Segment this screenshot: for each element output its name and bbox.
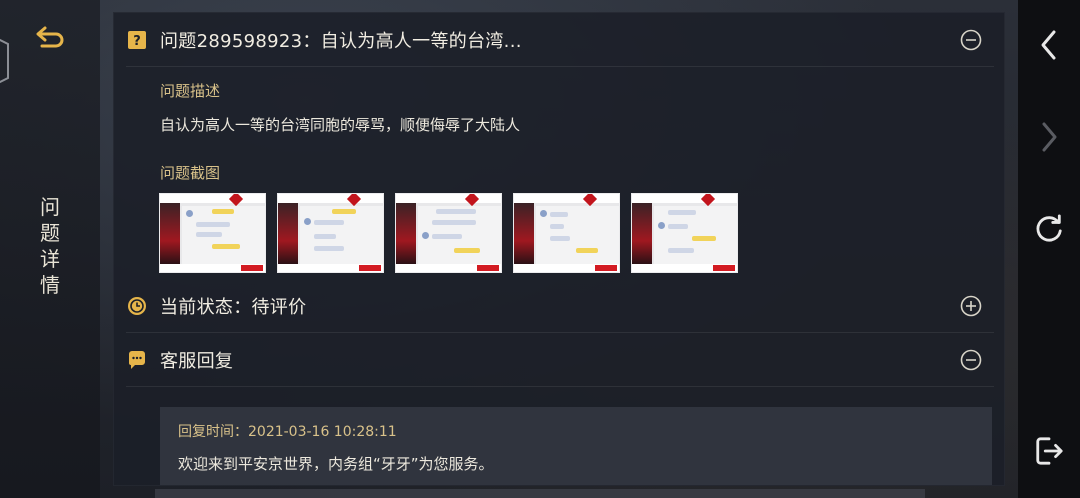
minus-circle-icon	[960, 349, 982, 371]
page-title-char: 情	[40, 273, 60, 297]
chevron-left-icon	[1041, 30, 1056, 60]
nav-forward-button[interactable]	[1034, 122, 1064, 152]
page-title-char: 详	[40, 247, 60, 271]
question-title: 问题289598923：自认为高人一等的台湾...	[160, 30, 522, 52]
reply-section-header[interactable]: 客服回复	[126, 333, 994, 387]
chevron-right-icon	[1042, 122, 1057, 152]
refresh-icon	[1036, 214, 1062, 242]
reply-title: 客服回复	[160, 350, 234, 372]
exit-icon	[1036, 437, 1063, 465]
nav-back-button[interactable]	[1034, 30, 1064, 60]
description-label: 问题描述	[160, 82, 221, 100]
screenshot-thumbnail[interactable]	[513, 193, 620, 273]
plus-circle-icon	[960, 295, 982, 317]
page-title-char: 题	[40, 221, 60, 245]
screenshot-thumbnail[interactable]	[395, 193, 502, 273]
screenshot-thumbnail[interactable]	[159, 193, 266, 273]
svg-text:?: ?	[133, 34, 141, 49]
status-section-header[interactable]: 当前状态：待评价	[126, 279, 994, 333]
exit-button[interactable]	[1034, 436, 1064, 466]
question-section-header[interactable]: ? 问题289598923：自认为高人一等的台湾...	[126, 13, 994, 67]
page-title-char: 问	[40, 195, 60, 219]
screenshot-thumbnail[interactable]	[631, 193, 738, 273]
chat-bubble-icon	[126, 349, 148, 371]
minus-circle-icon	[960, 29, 982, 51]
description-text: 自认为高人一等的台湾同胞的辱骂，顺便侮辱了大陆人	[160, 116, 521, 134]
reply-time: 回复时间：2021-03-16 10:28:11	[178, 424, 397, 440]
left-sidebar: 问 题 详 情	[0, 0, 100, 498]
screenshots-label: 问题截图	[160, 164, 221, 182]
hexagon-decoration-icon	[0, 38, 9, 84]
clock-icon	[126, 295, 148, 317]
back-arrow-icon	[36, 26, 64, 48]
expand-status-button[interactable]	[960, 295, 982, 317]
collapse-reply-button[interactable]	[960, 349, 982, 371]
reply-card: 回复时间：2021-03-16 10:28:11 欢迎来到平安京世界，内务组“牙…	[160, 407, 992, 485]
back-button[interactable]	[30, 22, 70, 56]
question-mark-icon: ?	[126, 29, 148, 51]
bottom-edge-decoration	[155, 489, 925, 498]
status-title: 当前状态：待评价	[160, 296, 307, 318]
collapse-question-button[interactable]	[960, 29, 982, 51]
question-detail-panel: ? 问题289598923：自认为高人一等的台湾... 问题描述 自认为高人一等…	[113, 12, 1005, 486]
refresh-button[interactable]	[1034, 214, 1064, 244]
reply-message: 欢迎来到平安京世界，内务组“牙牙”为您服务。	[178, 455, 494, 473]
screenshot-thumbnail[interactable]	[277, 193, 384, 273]
browser-nav-bar	[1018, 0, 1080, 498]
page-title: 问 题 详 情	[36, 194, 64, 298]
